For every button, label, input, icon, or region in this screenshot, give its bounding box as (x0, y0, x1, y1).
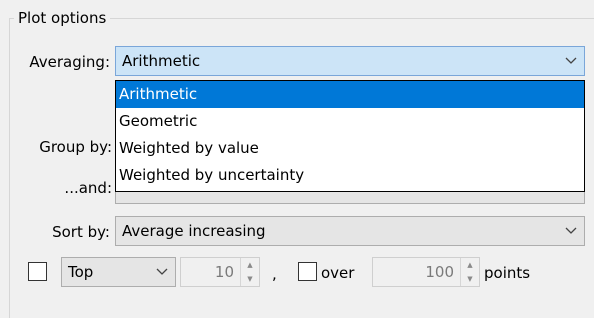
top-value: Top (68, 263, 94, 281)
averaging-label: Averaging: (29, 53, 110, 71)
chevron-down-icon (149, 258, 175, 286)
averaging-select[interactable]: Arithmetic (115, 46, 585, 76)
option-weighted-by-uncertainty[interactable]: Weighted by uncertainty (116, 162, 584, 189)
comma-separator: , (272, 265, 277, 283)
group-title: Plot options (14, 8, 111, 28)
over-count-spinbox[interactable]: 100 ▲ ▼ (372, 257, 480, 287)
option-arithmetic[interactable]: Arithmetic (116, 81, 584, 108)
over-label: over (321, 264, 355, 282)
count-spinbox[interactable]: 10 ▲ ▼ (180, 257, 260, 287)
top-select[interactable]: Top (61, 257, 176, 287)
option-geometric[interactable]: Geometric (116, 108, 584, 135)
and-label: ...and: (64, 179, 112, 197)
averaging-value: Arithmetic (122, 52, 201, 70)
spin-arrows-icon[interactable]: ▲ ▼ (240, 258, 259, 286)
sort-by-select[interactable]: Average increasing (115, 216, 585, 246)
limit-checkbox[interactable] (28, 262, 47, 281)
sort-by-value: Average increasing (122, 222, 266, 240)
chevron-down-icon (558, 47, 584, 75)
group-by-label: Group by: (39, 138, 112, 156)
averaging-dropdown-list: Arithmetic Geometric Weighted by value W… (115, 80, 585, 192)
points-label: points (484, 264, 531, 282)
over-checkbox[interactable] (298, 262, 317, 281)
spin-arrows-icon[interactable]: ▲ ▼ (460, 258, 479, 286)
option-weighted-by-value[interactable]: Weighted by value (116, 135, 584, 162)
count-value: 10 (214, 263, 234, 281)
chevron-down-icon (558, 217, 584, 245)
sort-by-label: Sort by: (52, 223, 110, 241)
over-count-value: 100 (425, 263, 454, 281)
